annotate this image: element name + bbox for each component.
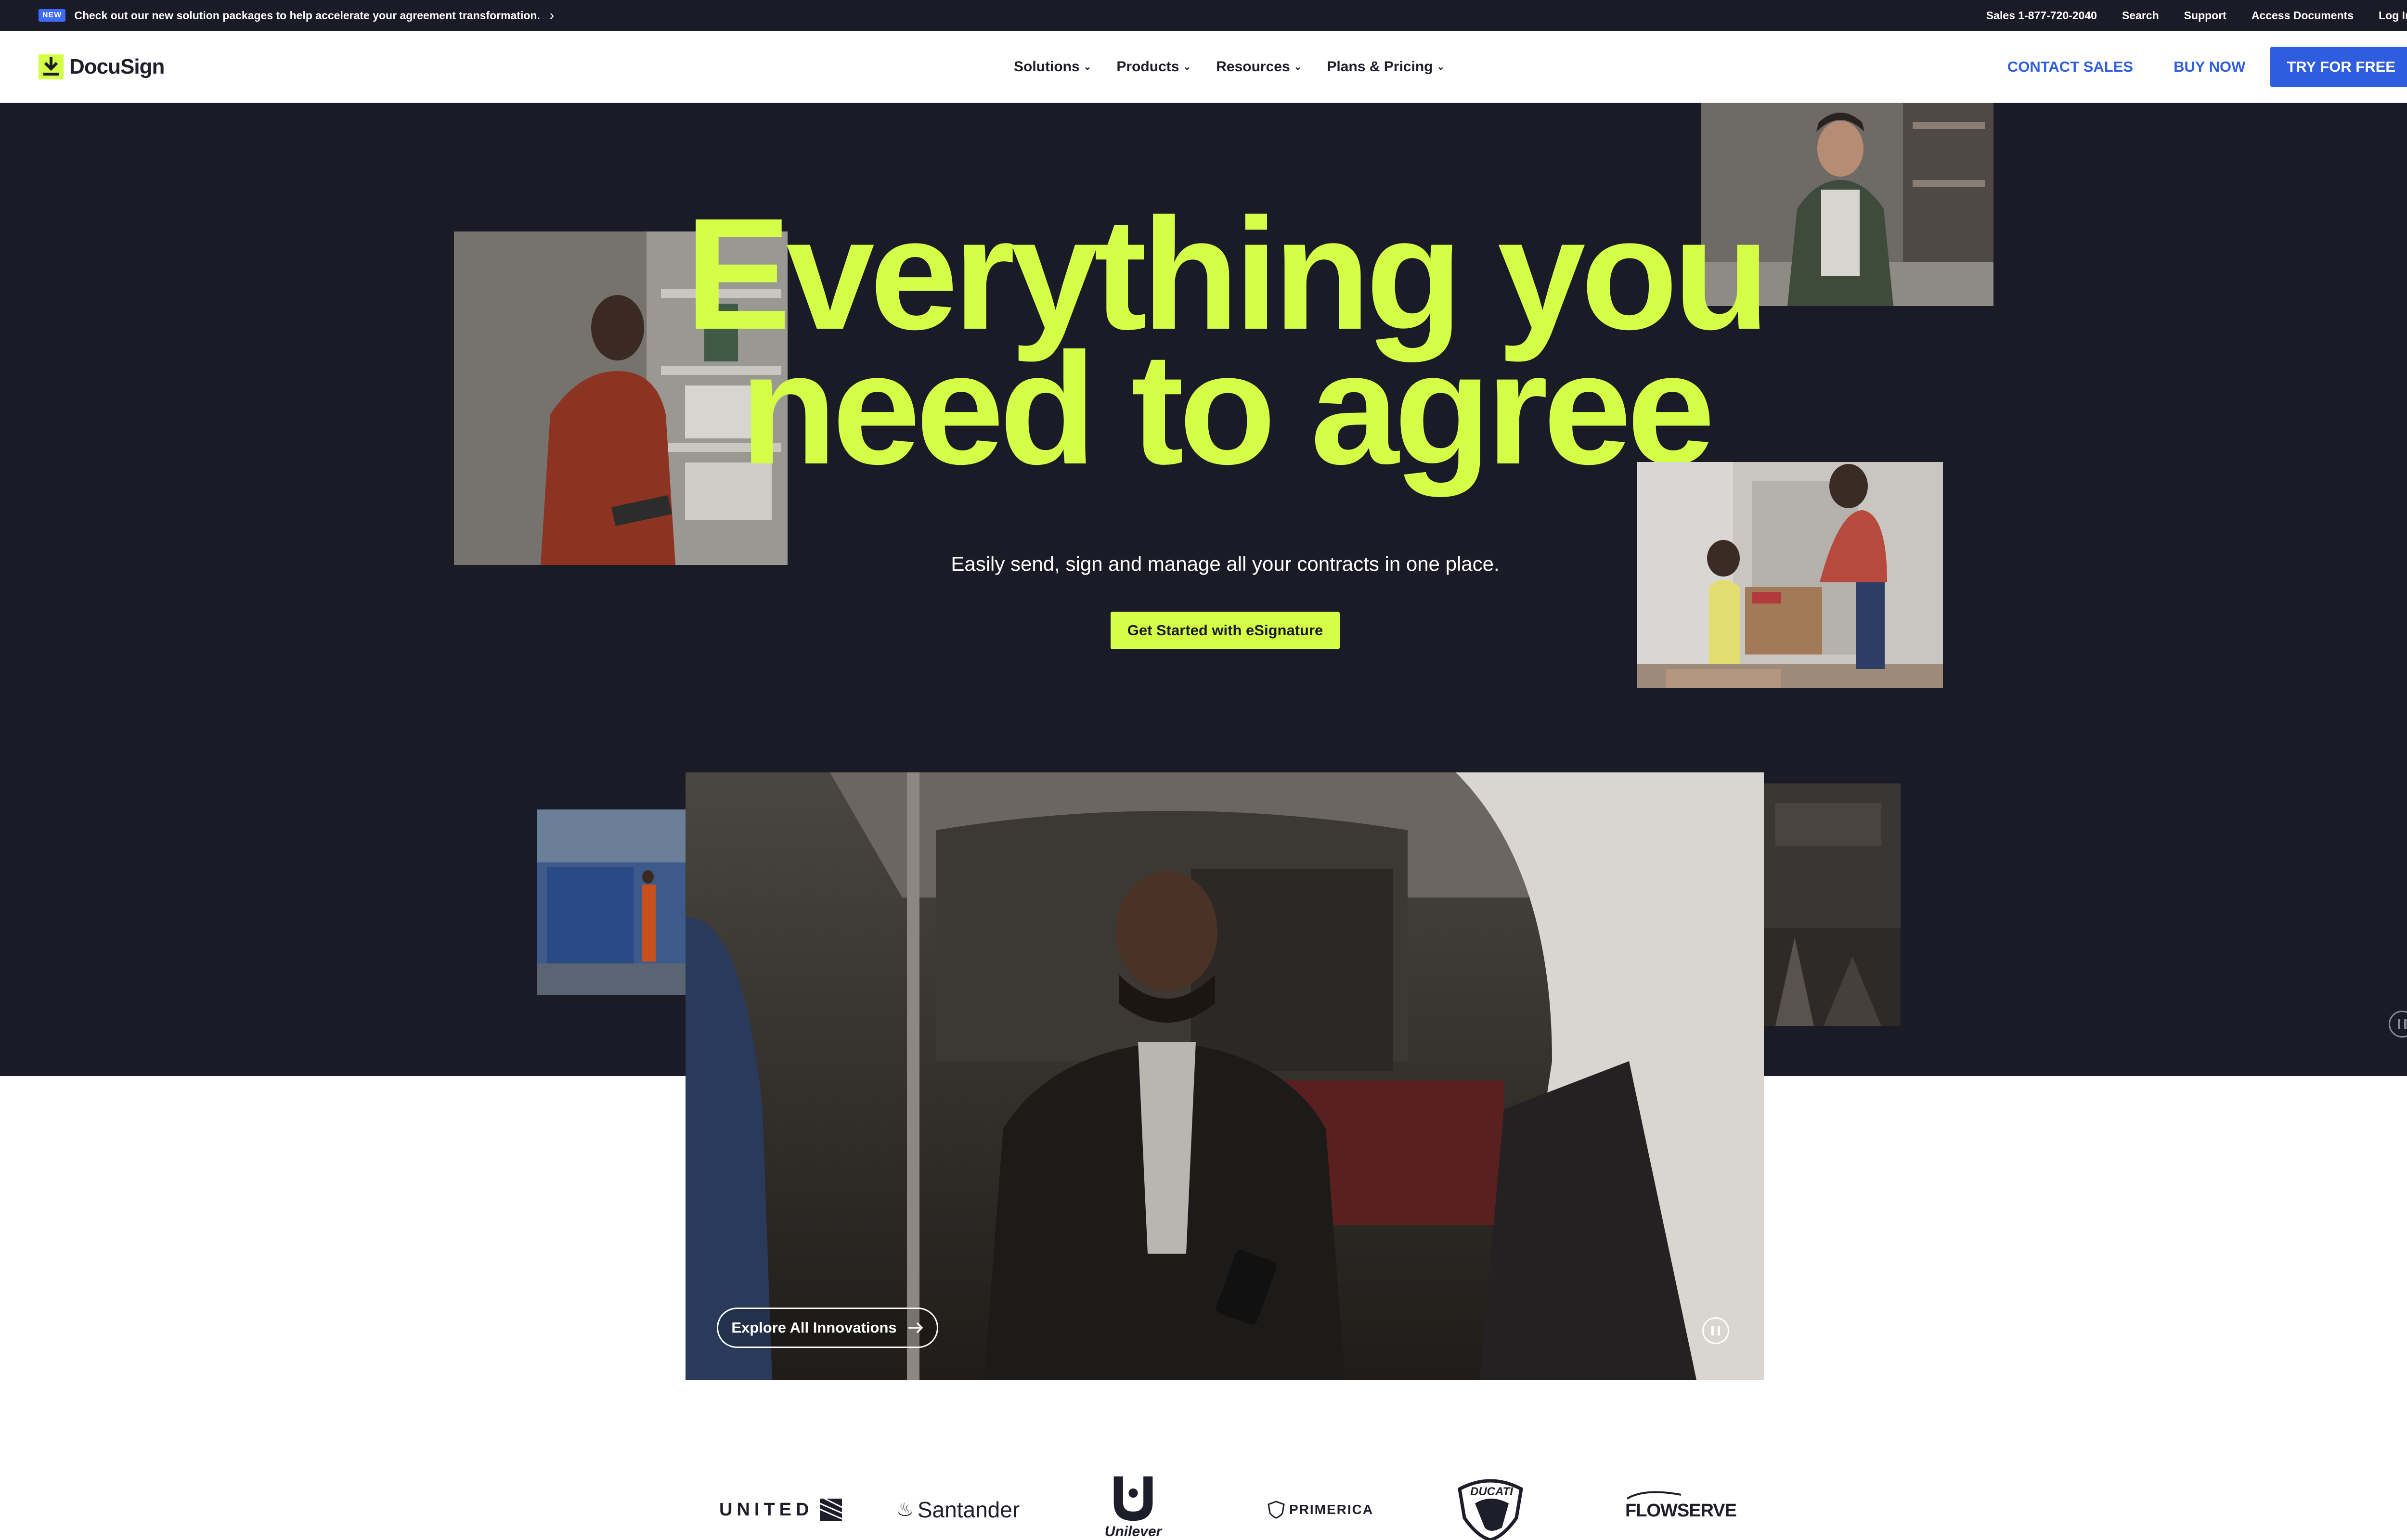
explore-innovations-button[interactable]: Explore All Innovations: [717, 1308, 938, 1348]
logo-santander: ♨ Santander: [896, 1497, 1020, 1523]
arrow-right-icon: [908, 1322, 923, 1334]
new-badge: NEW: [39, 9, 66, 22]
chevron-down-icon: ⌄: [1436, 62, 1445, 72]
pause-icon: [1718, 1326, 1720, 1335]
primerica-shield-icon: [1268, 1501, 1285, 1519]
primary-menu: Solutions ⌄ Products ⌄ Resources ⌄ Plans…: [1014, 59, 1445, 75]
docusign-logo[interactable]: DocuSign: [39, 54, 165, 79]
buy-now-link[interactable]: BUY NOW: [2174, 58, 2245, 76]
announcement-bar: NEW Check out our new solution packages …: [0, 0, 2407, 31]
logo-unilever: Unilever: [1104, 1475, 1162, 1540]
menu-solutions[interactable]: Solutions ⌄: [1014, 59, 1091, 75]
menu-products[interactable]: Products ⌄: [1116, 59, 1191, 75]
main-nav: DocuSign Solutions ⌄ Products ⌄ Resource…: [0, 31, 2407, 103]
announcement-link[interactable]: Check out our new solution packages to h…: [74, 9, 540, 22]
support-link[interactable]: Support: [2184, 9, 2226, 22]
search-link[interactable]: Search: [2122, 9, 2159, 22]
hero-pause-button[interactable]: [2389, 1011, 2407, 1038]
unilever-u-icon: [1113, 1476, 1153, 1521]
try-for-free-button[interactable]: TRY FOR FREE: [2270, 46, 2407, 87]
logo-mark-icon: [39, 54, 64, 79]
sales-phone-link[interactable]: Sales 1-877-720-2040: [1986, 9, 2097, 22]
united-globe-icon: [820, 1499, 842, 1521]
explore-label: Explore All Innovations: [731, 1319, 897, 1336]
pause-icon: [2398, 1019, 2400, 1029]
hero-photo-workshop: [1756, 783, 1901, 1026]
utility-nav: Sales 1-877-720-2040 Search Support Acce…: [1986, 9, 2407, 22]
logo-primerica-text: PRIMERICA: [1289, 1502, 1374, 1517]
access-documents-link[interactable]: Access Documents: [2252, 9, 2354, 22]
hero-subheading: Easily send, sign and manage all your co…: [951, 552, 1500, 575]
hero-headline: Everything you need to agree: [0, 194, 2407, 497]
menu-resources-label: Resources: [1216, 58, 1290, 75]
pause-icon: [1711, 1326, 1714, 1335]
get-started-button[interactable]: Get Started with eSignature: [1111, 612, 1340, 649]
featured-video[interactable]: Explore All Innovations: [686, 772, 1764, 1380]
logo-text: DocuSign: [69, 54, 165, 78]
logo-united: UNITED: [719, 1499, 842, 1521]
menu-plans-pricing-label: Plans & Pricing: [1327, 58, 1433, 75]
flowserve-swoosh-icon: [1626, 1491, 1682, 1500]
menu-resources[interactable]: Resources ⌄: [1216, 59, 1302, 75]
video-frame-commuter: [686, 772, 1764, 1380]
chevron-down-icon: ⌄: [1083, 62, 1092, 72]
login-link[interactable]: Log In: [2379, 9, 2407, 22]
customer-logos: UNITED ♨ Santander Unilever PRIMERICA DU…: [0, 1463, 2407, 1540]
logo-flowserve-text: FLOWSERVE: [1625, 1501, 1737, 1521]
menu-products-label: Products: [1116, 58, 1179, 75]
ducati-shield-icon: [1458, 1479, 1523, 1540]
logo-ducati-text: DUCATI: [1470, 1485, 1513, 1498]
pause-icon: [2404, 1019, 2407, 1029]
menu-plans-pricing[interactable]: Plans & Pricing ⌄: [1327, 59, 1445, 75]
logo-ducati: DUCATI: [1456, 1475, 1525, 1540]
chevron-right-icon[interactable]: ›: [550, 9, 554, 22]
chevron-down-icon: ⌄: [1183, 62, 1191, 72]
headline-line-2: need to agree: [740, 320, 1715, 497]
logo-santander-text: Santander: [917, 1497, 1020, 1522]
santander-flame-icon: ♨: [896, 1499, 914, 1520]
logo-flowserve: FLOWSERVE: [1625, 1490, 1737, 1521]
logo-primerica: PRIMERICA: [1267, 1501, 1373, 1519]
menu-solutions-label: Solutions: [1014, 58, 1080, 75]
chevron-down-icon: ⌄: [1294, 62, 1302, 72]
logo-united-text: UNITED: [719, 1499, 814, 1520]
video-pause-button[interactable]: [1702, 1317, 1729, 1344]
hero-photo-warehouse: [537, 809, 691, 995]
logo-unilever-text: Unilever: [1104, 1524, 1162, 1540]
nav-actions: CONTACT SALES BUY NOW TRY FOR FREE: [2007, 46, 2407, 87]
contact-sales-link[interactable]: CONTACT SALES: [2007, 58, 2133, 76]
